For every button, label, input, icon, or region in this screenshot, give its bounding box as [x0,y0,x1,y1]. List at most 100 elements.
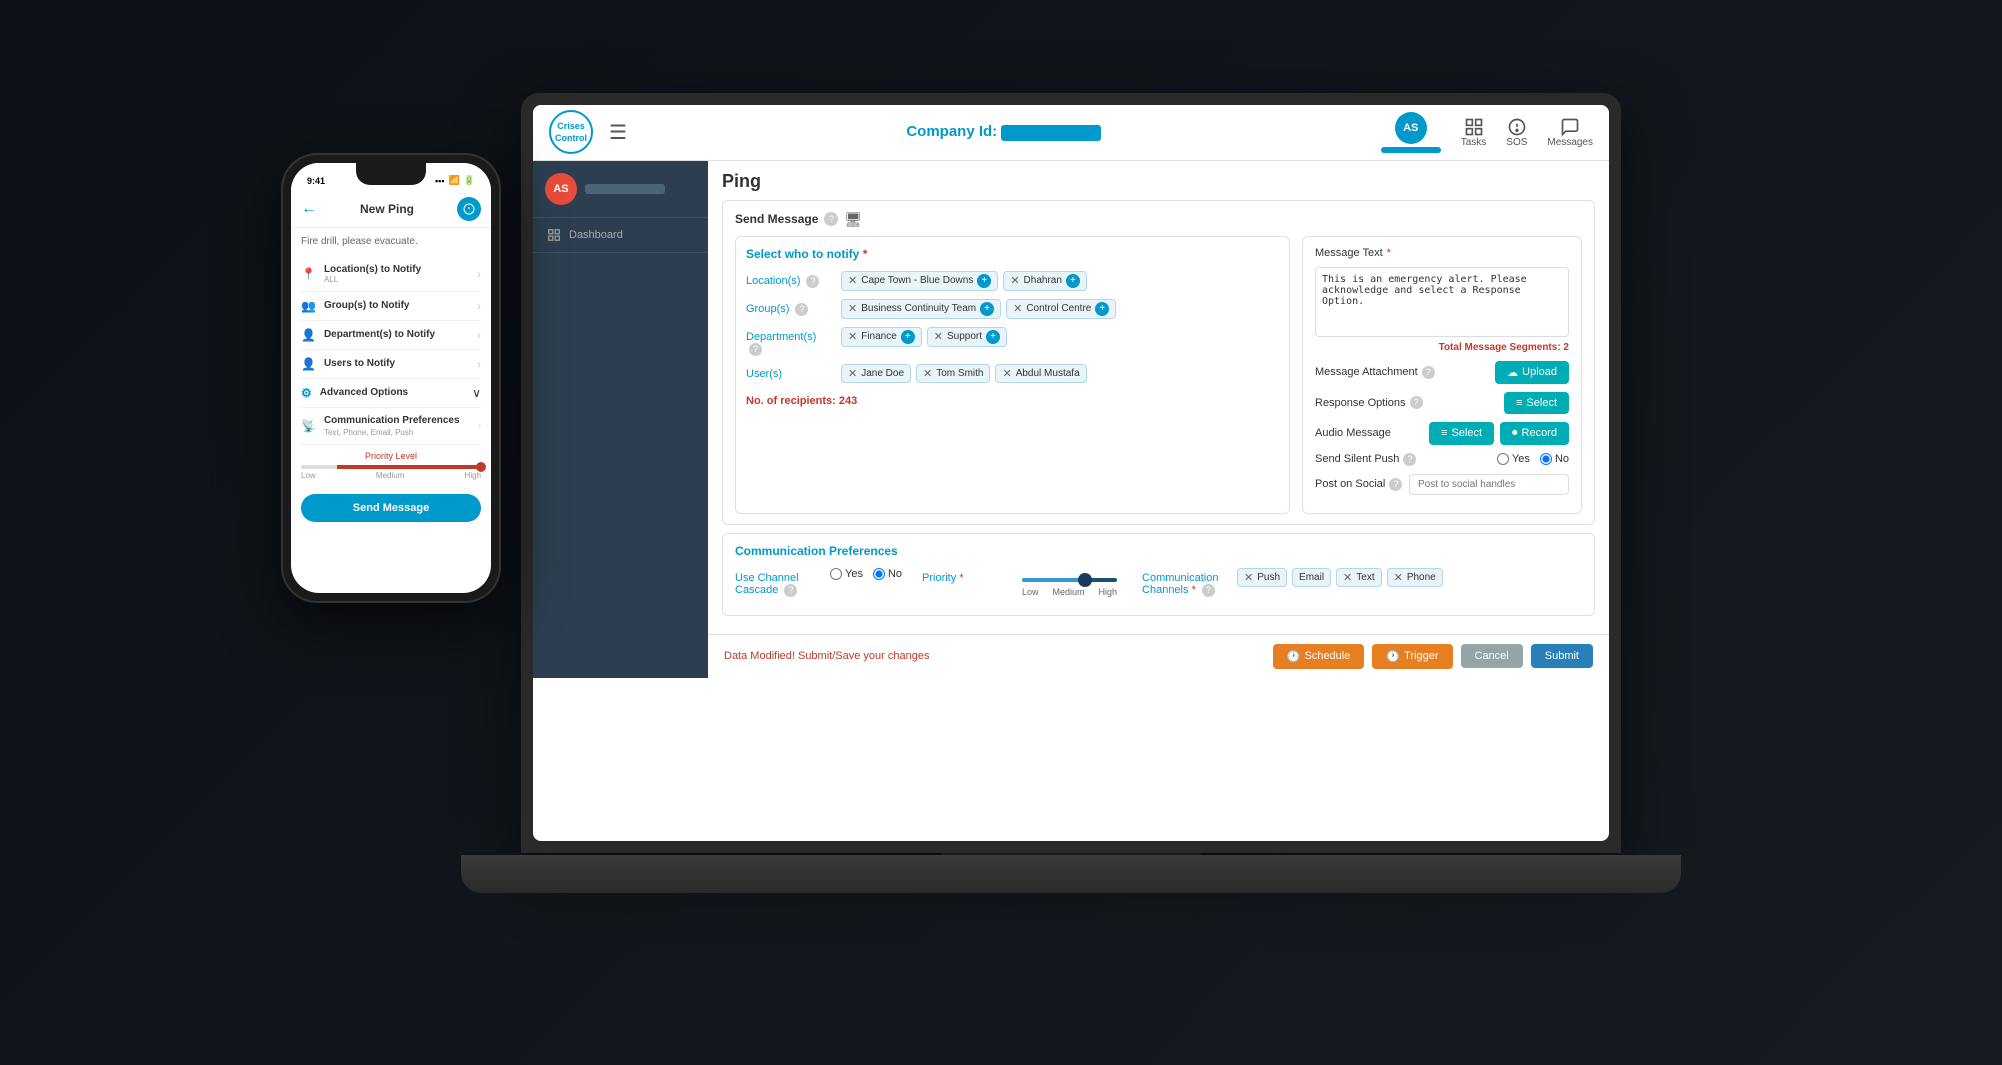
phone-groups-item[interactable]: 👥 Group(s) to Notify › [301,292,481,321]
cascade-radio-group: Yes No [830,568,902,580]
phone-advanced-options[interactable]: ⚙ Advanced Options ∨ [301,379,481,408]
location-tag-0-remove[interactable]: ✕ [848,274,857,287]
cascade-info-icon[interactable]: ? [784,584,797,597]
response-info-icon[interactable]: ? [1410,396,1423,409]
phone-comm-prefs-left: 📡 Communication Preferences Text, Phone,… [301,415,460,437]
dept-tag-1-remove[interactable]: ✕ [934,330,943,343]
phone-content: Fire drill, please evacuate. 📍 Location(… [291,228,491,593]
group-tag-1-expand[interactable]: + [1095,302,1109,316]
sidebar-item-dashboard[interactable]: Dashboard [533,218,708,253]
send-silent-row: Send Silent Push ? Yes [1315,453,1569,466]
group-tag-0-expand[interactable]: + [980,302,994,316]
locations-tags: ✕ Cape Town - Blue Downs + ✕ Dhahr [841,271,1279,291]
post-social-info-icon[interactable]: ? [1389,478,1402,491]
messages-nav-item[interactable]: Messages [1547,117,1593,148]
comm-prefs-card: Communication Preferences Use Channel Ca… [722,533,1595,616]
users-tags: ✕ Jane Doe ✕ Tom Smith [841,364,1279,383]
post-social-input[interactable] [1409,474,1569,495]
channel-phone-remove[interactable]: ✕ [1394,571,1403,584]
dept-tag-0-remove[interactable]: ✕ [848,330,857,343]
hamburger-menu[interactable]: ☰ [609,120,627,145]
channel-cascade-label: Use Channel Cascade ? [735,568,820,597]
user-tag-0: ✕ Jane Doe [841,364,911,383]
trigger-button[interactable]: 🕐 Trigger [1372,644,1452,669]
response-options-row: Response Options ? ≡ Select [1315,392,1569,414]
select-who-title: Select who to notify * [746,247,1279,261]
cascade-yes-radio[interactable] [830,568,842,580]
page-title: Ping [722,171,1595,192]
channel-phone: ✕ Phone [1387,568,1443,587]
phone-comm-prefs[interactable]: 📡 Communication Preferences Text, Phone,… [301,408,481,445]
phone-departments-item[interactable]: 👤 Department(s) to Notify › [301,321,481,350]
audio-record-button[interactable]: ⏺ Record [1500,422,1569,445]
phone-send-button[interactable]: Send Message [301,494,481,522]
dashboard-label: Dashboard [569,229,623,241]
attachment-info-icon[interactable]: ? [1422,366,1435,379]
user-tag-1-remove[interactable]: ✕ [923,367,932,380]
priority-slider-container: Low Medium High [1017,568,1122,597]
company-id-bar [1001,125,1101,141]
cascade-no-radio[interactable] [873,568,885,580]
silent-radio-group: Yes No [1497,453,1569,465]
phone-shell: 9:41 ▪▪▪ 📶 🔋 ← New Ping [281,153,501,603]
group-tag-1: ✕ Control Centre + [1006,299,1116,319]
locations-info-icon[interactable]: ? [806,275,819,288]
dept-tag-1: ✕ Support + [927,327,1007,347]
user-avatar[interactable]: AS [1395,112,1427,144]
group-tag-1-remove[interactable]: ✕ [1013,302,1022,315]
upload-button[interactable]: ☁ Upload [1495,361,1569,384]
response-select-button[interactable]: ≡ Select [1504,392,1569,414]
user-tag-0-remove[interactable]: ✕ [848,367,857,380]
priority-slider-thumb[interactable] [1078,573,1092,587]
location-tag-1-expand[interactable]: + [1066,274,1080,288]
location-tag-1-remove[interactable]: ✕ [1010,274,1019,287]
location-tag-0-expand[interactable]: + [977,274,991,288]
priority-row: Priority * [922,568,1122,597]
phone-priority-section: Priority Level Low Medium High [301,445,481,486]
sos-nav-item[interactable]: SOS [1506,117,1527,148]
phone-action-icon[interactable] [457,197,481,221]
upload-icon: ☁ [1507,366,1518,379]
messages-label: Messages [1547,137,1593,148]
send-message-info-icon[interactable]: ? [824,212,838,226]
silent-info-icon[interactable]: ? [1403,453,1416,466]
groups-row: Group(s) ? ✕ Business Continuity Team [746,299,1279,319]
schedule-button[interactable]: 🕐 Schedule [1273,644,1365,669]
channel-text-remove[interactable]: ✕ [1343,571,1352,584]
message-details-card: Message Text * This is an emergency aler… [1302,236,1582,514]
audio-select-icon: ≡ [1441,427,1447,439]
cascade-yes-label[interactable]: Yes [830,568,863,580]
departments-label: Department(s) ? [746,327,831,356]
user-tag-2-remove[interactable]: ✕ [1002,367,1011,380]
submit-button[interactable]: Submit [1531,644,1593,668]
channels-label: Communication Channels * ? [1142,568,1227,597]
dept-tag-1-expand[interactable]: + [986,330,1000,344]
silent-no-label[interactable]: No [1540,453,1569,465]
footer-message: Data Modified! Submit/Save your changes [724,650,1265,662]
locations-label: Location(s) ? [746,271,831,288]
cascade-no-label[interactable]: No [873,568,902,580]
silent-yes-label[interactable]: Yes [1497,453,1530,465]
silent-yes-radio[interactable] [1497,453,1509,465]
groups-info-icon[interactable]: ? [795,303,808,316]
phone-users-item[interactable]: 👤 Users to Notify › [301,350,481,379]
phone-priority-thumb[interactable] [476,462,486,472]
channels-info-icon[interactable]: ? [1202,584,1215,597]
phone-locations-chevron: › [477,267,481,281]
channel-push-remove[interactable]: ✕ [1244,571,1253,584]
attachment-label: Message Attachment ? [1315,366,1435,379]
phone-back-button[interactable]: ← [301,200,317,218]
phone-departments-chevron: › [477,328,481,342]
group-tag-0-remove[interactable]: ✕ [848,302,857,315]
location-tag-0: ✕ Cape Town - Blue Downs + [841,271,998,291]
silent-no-radio[interactable] [1540,453,1552,465]
cancel-button[interactable]: Cancel [1461,644,1523,668]
dept-tag-0-expand[interactable]: + [901,330,915,344]
audio-record-icon: ⏺ [1512,427,1518,440]
tasks-nav-item[interactable]: Tasks [1461,117,1487,148]
message-text-input[interactable]: This is an emergency alert. Please ackno… [1315,267,1569,337]
phone-locations-item[interactable]: 📍 Location(s) to Notify ALL › [301,257,481,292]
audio-message-label: Audio Message [1315,427,1391,439]
audio-select-button[interactable]: ≡ Select [1429,422,1494,445]
departments-info-icon[interactable]: ? [749,343,762,356]
